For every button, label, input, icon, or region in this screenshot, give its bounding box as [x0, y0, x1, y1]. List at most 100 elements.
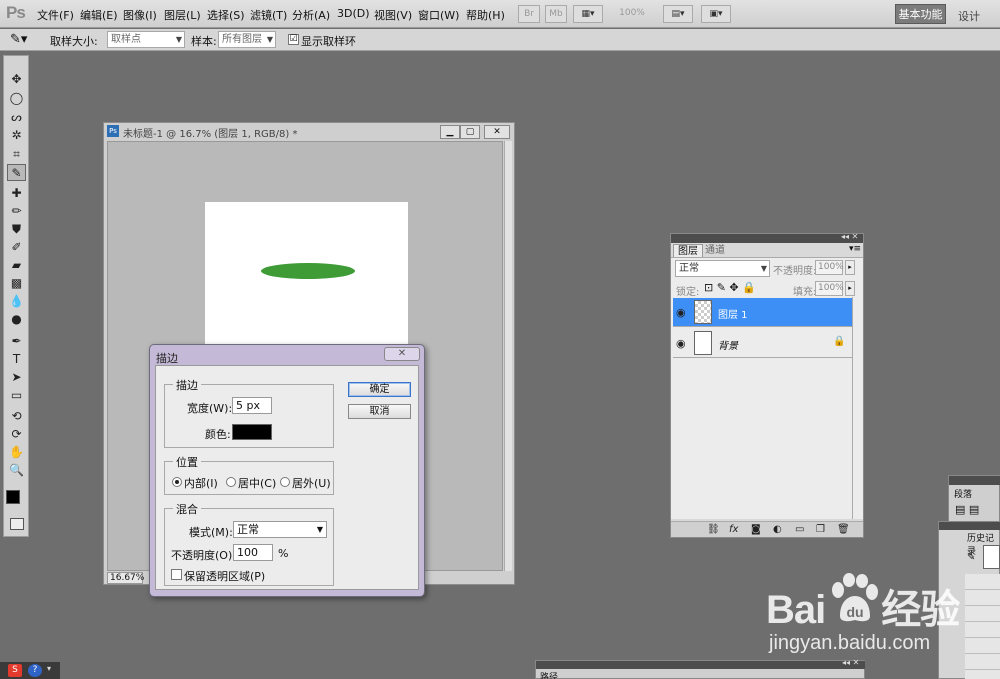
crop-tool-icon[interactable]: ⌗ [7, 146, 26, 163]
maximize-button[interactable]: ▢ [460, 125, 480, 139]
outside-label: 居外(U) [292, 477, 331, 490]
trash-icon[interactable]: 🗑 [837, 524, 850, 535]
collapse-icon[interactable]: ◂◂ ✕ [842, 658, 859, 667]
bridge-button[interactable]: Br [518, 5, 540, 23]
stroke-color-swatch[interactable] [232, 424, 272, 440]
width-input[interactable]: 5 px [232, 397, 272, 414]
extras-dropdown[interactable]: ▦▾ [573, 5, 603, 23]
fill-field[interactable]: 100% [815, 281, 844, 296]
quick-mask-icon[interactable] [10, 518, 24, 530]
lasso-tool-icon[interactable]: ᔕ [7, 109, 26, 126]
new-layer-icon[interactable]: ❐ [816, 524, 825, 535]
clone-stamp-tool-icon[interactable]: ⛊ [7, 221, 26, 238]
layer-row[interactable]: ◉ 图层 1 [673, 298, 852, 327]
chevron-down-icon[interactable]: ▾ [47, 664, 51, 673]
eyedropper-tool-icon[interactable]: ✎ [7, 164, 26, 181]
menu-image[interactable]: 图像(I) [123, 7, 157, 23]
blur-tool-icon[interactable]: 💧 [7, 293, 26, 310]
menu-analysis[interactable]: 分析(A) [292, 7, 330, 23]
panel-menu-icon[interactable]: ▾≡ [849, 244, 861, 254]
fx-icon[interactable]: fx [729, 524, 738, 535]
panel-header-bar[interactable] [949, 476, 1000, 485]
opacity-input[interactable]: 100 [233, 544, 273, 561]
inside-radio[interactable] [172, 477, 182, 487]
marquee-tool-icon[interactable]: ◯ [7, 90, 26, 107]
shape-tool-icon[interactable]: ▭ [7, 387, 26, 404]
hand-tool-icon[interactable]: ✋ [7, 444, 26, 461]
menu-help[interactable]: 帮助(H) [466, 7, 505, 23]
eye-icon[interactable]: ◉ [676, 337, 686, 350]
chevron-right-icon[interactable]: ▸ [845, 260, 855, 275]
brush-tool-icon[interactable]: ✏ [7, 203, 26, 220]
menu-view[interactable]: 视图(V) [374, 7, 412, 23]
zoom-tool-icon[interactable]: 🔍 [7, 462, 26, 479]
menu-edit[interactable]: 编辑(E) [80, 7, 118, 23]
layers-scrollbar[interactable] [852, 297, 863, 519]
arrange-docs-icon[interactable]: ▤▾ [663, 5, 693, 23]
type-tool-icon[interactable]: T [7, 351, 26, 368]
color-label: 颜色: [205, 428, 231, 441]
menu-layer[interactable]: 图层(L) [164, 7, 201, 23]
magic-wand-tool-icon[interactable]: ✲ [7, 127, 26, 144]
workspace-design-button[interactable]: 设计 [958, 8, 980, 24]
show-ring-checkbox[interactable]: ☑ [288, 34, 299, 45]
zoom-level[interactable]: 100% [611, 5, 653, 23]
close-button[interactable]: ✕ [484, 125, 510, 139]
foreground-color-swatch[interactable] [6, 490, 20, 504]
link-icon[interactable]: ⛓ [707, 524, 720, 535]
chevron-right-icon[interactable]: ▸ [845, 281, 855, 296]
healing-brush-tool-icon[interactable]: ✚ [7, 185, 26, 202]
layer-opacity-field[interactable]: 100% [815, 260, 844, 275]
eraser-tool-icon[interactable]: ▰ [7, 257, 26, 274]
sogou-icon[interactable]: S [8, 664, 22, 677]
mask-icon[interactable]: ◙ [751, 524, 761, 535]
tab-paragraph[interactable]: 段落 [954, 487, 972, 500]
history-list[interactable] [965, 574, 1000, 679]
menu-file[interactable]: 文件(F) [37, 7, 74, 23]
layer-row[interactable]: ◉ 背景 🔒 [673, 329, 852, 358]
menu-filter[interactable]: 滤镜(T) [250, 7, 287, 23]
panel-header-bar[interactable]: ◂◂ ✕ [536, 658, 865, 669]
collapse-icon[interactable]: ◂◂ ✕ [841, 232, 858, 241]
blend-mode-select[interactable]: 正常 ▼ [675, 260, 770, 277]
help-icon[interactable]: ? [28, 664, 42, 677]
outside-radio[interactable] [280, 477, 290, 487]
sample-select[interactable]: 所有图层 ▼ [218, 31, 276, 48]
document-zoom-field[interactable]: 16.67% [107, 572, 144, 584]
gradient-tool-icon[interactable]: ▩ [7, 275, 26, 292]
3d-orbit-tool-icon[interactable]: ⟳ [7, 426, 26, 443]
dialog-close-button[interactable]: ✕ [384, 347, 420, 361]
minimize-button[interactable]: ▁ [440, 125, 460, 139]
workspace-essentials-button[interactable]: 基本功能 [895, 4, 946, 24]
menu-3d[interactable]: 3D(D) [337, 7, 370, 20]
path-selection-tool-icon[interactable]: ➤ [7, 369, 26, 386]
sample-size-select[interactable]: 取样点 ▼ [107, 31, 185, 48]
lock-icons[interactable]: ⊡ ✎ ✥ 🔒 [704, 281, 756, 294]
menu-window[interactable]: 窗口(W) [418, 7, 459, 23]
mini-bridge-button[interactable]: Mb [545, 5, 567, 23]
adjustment-icon[interactable]: ◐ [773, 524, 782, 535]
cancel-button[interactable]: 取消 [348, 404, 411, 419]
move-tool-icon[interactable]: ✥ [7, 71, 26, 88]
tab-paths[interactable]: 路径 [540, 670, 558, 679]
mode-select[interactable]: 正常 ▼ [233, 521, 327, 538]
screen-mode-icon[interactable]: ▣▾ [701, 5, 731, 23]
vertical-scrollbar[interactable] [504, 141, 512, 571]
eyedropper-icon[interactable]: ✎▾ [10, 32, 27, 47]
panel-header-bar[interactable]: ◂◂ ✕ [671, 232, 863, 243]
dodge-tool-icon[interactable]: ● [7, 311, 26, 328]
tab-layers[interactable]: 图层 [673, 244, 703, 257]
align-icons[interactable]: ▤ ▤ [955, 503, 979, 516]
preserve-transparency-checkbox[interactable] [171, 569, 182, 580]
eye-icon[interactable]: ◉ [676, 306, 686, 319]
history-snapshot-thumbnail[interactable] [983, 545, 1000, 569]
ok-button[interactable]: 确定 [348, 382, 411, 397]
pen-tool-icon[interactable]: ✒ [7, 333, 26, 350]
panel-header-bar[interactable] [939, 522, 1000, 530]
menu-select[interactable]: 选择(S) [207, 7, 245, 23]
3d-rotate-tool-icon[interactable]: ⟲ [7, 408, 26, 425]
center-radio[interactable] [226, 477, 236, 487]
tab-channels[interactable]: 通道 [701, 244, 729, 257]
history-brush-tool-icon[interactable]: ✐ [7, 239, 26, 256]
group-icon[interactable]: ▭ [795, 524, 804, 535]
